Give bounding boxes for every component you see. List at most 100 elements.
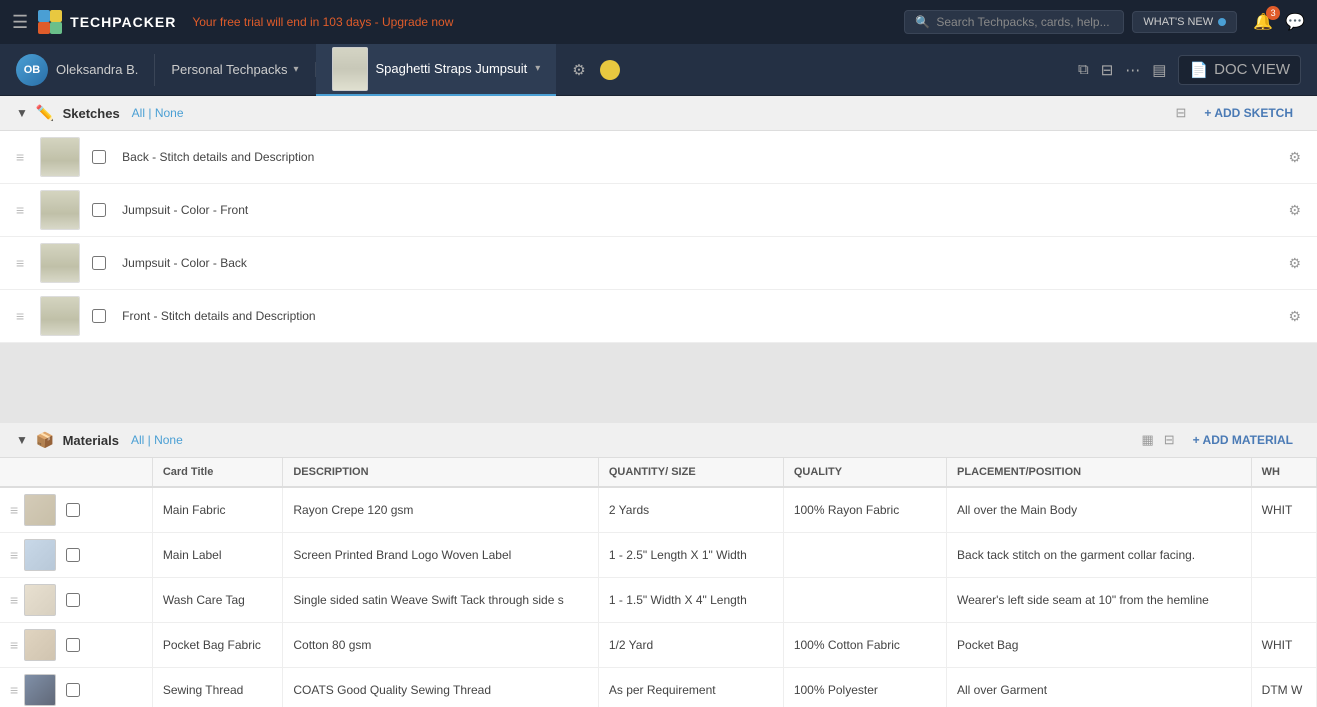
mat-checkbox[interactable] <box>66 503 80 517</box>
materials-collapse-icon[interactable]: ▼ <box>16 433 28 447</box>
col-header-quantity: QUANTITY/ SIZE <box>598 458 783 487</box>
sketch-label: Jumpsuit - Color - Front <box>122 203 1280 217</box>
settings-icon[interactable]: ⚙ <box>572 61 585 79</box>
mat-checkbox[interactable] <box>66 683 80 697</box>
materials-section-header: ▼ 📦 Materials All | None ▦ ⊟ + ADD MATER… <box>0 423 1317 458</box>
product-chevron-icon[interactable]: ▾ <box>535 63 540 74</box>
sketches-filter: All | None <box>132 106 184 120</box>
sketch-row: ≡ Front - Stitch details and Description… <box>0 290 1317 343</box>
mat-thumbnail <box>24 494 56 526</box>
sketch-settings-icon[interactable]: ⚙ <box>1288 149 1301 166</box>
drag-handle-icon[interactable]: ≡ <box>10 592 18 608</box>
notification-icon[interactable]: 🔔 3 <box>1253 12 1273 32</box>
sketches-collapse-icon[interactable]: ▼ <box>16 106 28 120</box>
drag-handle-icon[interactable]: ≡ <box>10 502 18 518</box>
sketches-pencil-icon: ✏️ <box>36 104 55 122</box>
table-header-row: Card Title DESCRIPTION QUANTITY/ SIZE QU… <box>0 458 1317 487</box>
trial-text: Your free trial will end in 103 days - U… <box>192 15 453 29</box>
drag-handle-icon[interactable]: ≡ <box>16 308 24 324</box>
sketch-label: Front - Stitch details and Description <box>122 309 1280 323</box>
table-row: ≡ Main Label Screen Printed Brand Logo W… <box>0 533 1317 578</box>
logo-icon <box>36 8 64 36</box>
mat-placement: All over the Main Body <box>947 487 1252 533</box>
sketches-title: Sketches <box>63 106 120 121</box>
sketches-filter-icon[interactable]: ⊟ <box>1176 105 1187 121</box>
sketches-actions: ⊟ + ADD SKETCH <box>1176 102 1301 124</box>
col-header-wh: WH <box>1251 458 1316 487</box>
drag-handle-icon[interactable]: ≡ <box>16 149 24 165</box>
materials-actions: ▦ ⊟ + ADD MATERIAL <box>1141 429 1301 451</box>
mat-card-title: Main Label <box>152 533 283 578</box>
mat-description: Cotton 80 gsm <box>283 623 599 668</box>
sketch-settings-icon[interactable]: ⚙ <box>1288 202 1301 219</box>
product-name: Spaghetti Straps Jumpsuit <box>376 61 528 76</box>
mat-quality <box>783 533 946 578</box>
hamburger-icon[interactable]: ☰ <box>12 12 28 33</box>
table-row: ≡ Wash Care Tag Single sided satin Weave… <box>0 578 1317 623</box>
mat-wh <box>1251 533 1316 578</box>
sketch-checkbox[interactable] <box>92 150 106 164</box>
mat-row-controls: ≡ <box>0 578 152 623</box>
logo: TECHPACKER <box>36 8 176 36</box>
mat-description: Single sided satin Weave Swift Tack thro… <box>283 578 599 623</box>
secnav-right: ⧉ ⊟ ⋯ ▤ 📄 DOC VIEW <box>1078 55 1301 85</box>
col-header-card-title: Card Title <box>152 458 283 487</box>
more-icon[interactable]: ⋯ <box>1125 61 1140 79</box>
mat-quantity: 1/2 Yard <box>598 623 783 668</box>
mat-row-controls: ≡ <box>0 623 152 668</box>
sketch-checkbox[interactable] <box>92 203 106 217</box>
mat-checkbox[interactable] <box>66 593 80 607</box>
search-bar[interactable]: 🔍 <box>904 10 1124 34</box>
mat-description: Rayon Crepe 120 gsm <box>283 487 599 533</box>
color-swatch[interactable] <box>600 60 620 80</box>
whats-new-button[interactable]: WHAT'S NEW <box>1132 11 1237 33</box>
techpack-breadcrumb[interactable]: Personal Techpacks ▾ <box>155 62 315 77</box>
view-icon[interactable]: ▤ <box>1152 61 1166 79</box>
materials-table-wrapper: Card Title DESCRIPTION QUANTITY/ SIZE QU… <box>0 458 1317 707</box>
mat-placement: Pocket Bag <box>947 623 1252 668</box>
sketch-thumbnail <box>40 190 80 230</box>
add-sketch-button[interactable]: + ADD SKETCH <box>1196 102 1301 124</box>
filter-icon[interactable]: ⊟ <box>1101 61 1114 79</box>
main-content: ▼ ✏️ Sketches All | None ⊟ + ADD SKETCH … <box>0 96 1317 707</box>
col-header-placement: PLACEMENT/POSITION <box>947 458 1252 487</box>
product-tab[interactable]: Spaghetti Straps Jumpsuit ▾ <box>316 44 557 96</box>
chat-icon[interactable]: 💬 <box>1285 12 1305 32</box>
sketch-settings-icon[interactable]: ⚙ <box>1288 308 1301 325</box>
add-material-button[interactable]: + ADD MATERIAL <box>1185 429 1301 451</box>
copy-icon[interactable]: ⧉ <box>1078 61 1089 78</box>
sketches-table: ≡ Back - Stitch details and Description … <box>0 131 1317 343</box>
drag-handle-icon[interactable]: ≡ <box>16 202 24 218</box>
drag-handle-icon[interactable]: ≡ <box>10 682 18 698</box>
doc-view-icon: 📄 <box>1189 61 1208 79</box>
drag-handle-icon[interactable]: ≡ <box>10 547 18 563</box>
section-spacer <box>0 343 1317 423</box>
mat-placement: Back tack stitch on the garment collar f… <box>947 533 1252 578</box>
sketch-label: Jumpsuit - Color - Back <box>122 256 1280 270</box>
product-settings-icons: ⚙ <box>556 60 619 80</box>
mat-row-controls: ≡ <box>0 668 152 707</box>
sketch-checkbox[interactable] <box>92 309 106 323</box>
sketch-settings-icon[interactable]: ⚙ <box>1288 255 1301 272</box>
sketch-row: ≡ Jumpsuit - Color - Back ⚙ <box>0 237 1317 290</box>
mat-wh: DTM W <box>1251 668 1316 707</box>
doc-view-button[interactable]: 📄 DOC VIEW <box>1178 55 1301 85</box>
drag-handle-icon[interactable]: ≡ <box>16 255 24 271</box>
user-menu[interactable]: OB Oleksandra B. <box>16 54 155 86</box>
topnav: ☰ TECHPACKER Your free trial will end in… <box>0 0 1317 44</box>
materials-title: Materials <box>63 433 119 448</box>
materials-view-icon[interactable]: ▦ <box>1141 432 1153 448</box>
upgrade-link[interactable]: Upgrade now <box>382 15 453 29</box>
mat-checkbox[interactable] <box>66 548 80 562</box>
mat-card-title: Wash Care Tag <box>152 578 283 623</box>
search-input[interactable] <box>936 15 1113 29</box>
sketch-label: Back - Stitch details and Description <box>122 150 1280 164</box>
mat-checkbox[interactable] <box>66 638 80 652</box>
materials-filter-icon[interactable]: ⊟ <box>1164 432 1175 448</box>
mat-wh <box>1251 578 1316 623</box>
col-header-description: DESCRIPTION <box>283 458 599 487</box>
sketch-checkbox[interactable] <box>92 256 106 270</box>
drag-handle-icon[interactable]: ≡ <box>10 637 18 653</box>
mat-description: Screen Printed Brand Logo Woven Label <box>283 533 599 578</box>
mat-quantity: 1 - 1.5" Width X 4" Length <box>598 578 783 623</box>
